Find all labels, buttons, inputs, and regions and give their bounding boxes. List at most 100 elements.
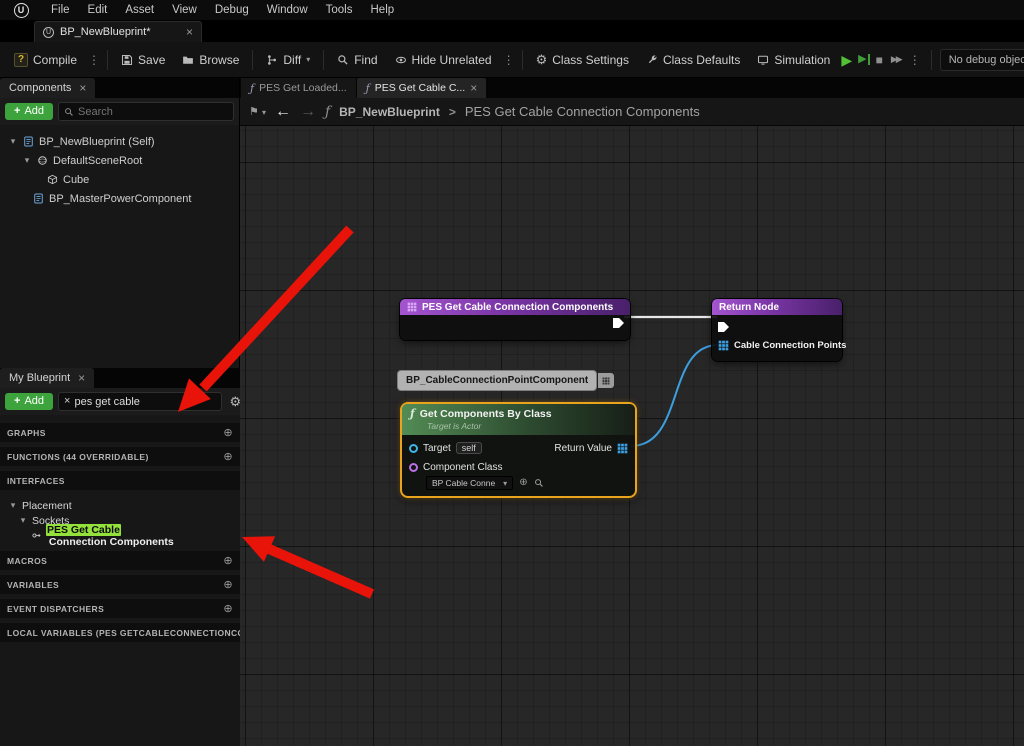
tree-item-master-power[interactable]: BP_MasterPowerComponent <box>0 189 239 208</box>
exec-input-pin[interactable] <box>718 322 729 332</box>
section-event-dispatchers[interactable]: EVENT DISPATCHERS ⊕ <box>0 599 240 618</box>
frame-skip-button[interactable]: ▶ <box>858 54 869 65</box>
chevron-down-icon[interactable]: ▾ <box>8 136 18 147</box>
folder-icon <box>182 54 194 66</box>
unreal-logo-icon[interactable]: U <box>14 3 29 18</box>
menu-help[interactable]: Help <box>362 0 404 20</box>
node-class-pill[interactable]: BP_CableConnectionPointComponent <box>397 370 614 391</box>
close-icon[interactable]: × <box>78 372 85 384</box>
add-graph-icon[interactable]: ⊕ <box>223 426 233 439</box>
hide-unrelated-options-icon[interactable]: ⋮ <box>501 53 517 67</box>
components-search-input[interactable] <box>78 106 228 118</box>
nav-back-button[interactable]: ← <box>275 104 291 120</box>
browse-button[interactable]: Browse <box>174 48 247 72</box>
class-input-pin[interactable] <box>409 463 418 472</box>
add-macro-icon[interactable]: ⊕ <box>223 554 233 567</box>
tab-my-blueprint[interactable]: My Blueprint × <box>0 368 94 388</box>
add-event-dispatcher-icon[interactable]: ⊕ <box>223 602 233 615</box>
simulation-button[interactable]: Simulation <box>749 48 838 72</box>
nav-forward-button[interactable]: → <box>300 104 316 120</box>
section-local-variables[interactable]: LOCAL VARIABLES (PES GETCABLECONNECTIONC… <box>0 623 240 642</box>
target-value[interactable]: self <box>456 442 482 454</box>
add-variable-icon[interactable]: ⊕ <box>223 578 233 591</box>
browse-class-icon[interactable] <box>534 478 544 488</box>
add-blueprint-item-button[interactable]: + Add <box>5 393 53 410</box>
add-label: Add <box>24 395 44 407</box>
close-icon[interactable]: × <box>470 82 477 94</box>
use-selected-icon[interactable]: ⊕ <box>519 478 527 488</box>
clear-search-icon[interactable]: × <box>64 396 70 407</box>
components-add-search-row: + Add <box>0 98 239 125</box>
menu-edit[interactable]: Edit <box>79 0 117 20</box>
section-functions[interactable]: FUNCTIONS (44 OVERRIDABLE) ⊕ <box>0 447 240 466</box>
menu-tools[interactable]: Tools <box>317 0 362 20</box>
components-search-box[interactable] <box>58 102 234 121</box>
tab-bp-newblueprint[interactable]: U BP_NewBlueprint* × <box>34 21 202 42</box>
node-body <box>400 315 630 340</box>
debug-object-select[interactable]: No debug object sele <box>940 49 1024 71</box>
bookmark-flag-icon[interactable]: ⚑ ▾ <box>249 105 266 118</box>
chevron-down-icon[interactable]: ▾ <box>22 155 32 166</box>
components-tab-label: Components <box>9 82 71 94</box>
play-options-icon[interactable]: ⋮ <box>907 53 923 67</box>
compile-options-icon[interactable]: ⋮ <box>86 53 102 67</box>
tab-pes-get-cable[interactable]: ƒ PES Get Cable C... × <box>357 78 487 98</box>
doc-tab-label: PES Get Cable C... <box>375 82 465 94</box>
category-placement[interactable]: ▾ Placement <box>0 498 240 513</box>
tree-item-cube[interactable]: Cube <box>0 170 239 189</box>
stop-button[interactable]: ■ <box>874 54 885 66</box>
play-button[interactable]: ▶ <box>839 53 854 67</box>
class-settings-button[interactable]: ⚙ Class Settings <box>528 48 637 72</box>
doc-tab-label: PES Get Loaded... <box>259 82 347 94</box>
close-icon[interactable]: × <box>186 26 193 38</box>
find-button[interactable]: Find <box>329 48 385 72</box>
function-icon: ƒ <box>325 104 330 120</box>
component-class-dropdown[interactable]: BP Cable Conne ▾ <box>426 476 513 490</box>
graph-editor: ƒ PES Get Loaded... ƒ PES Get Cable C...… <box>240 78 1024 746</box>
close-icon[interactable]: × <box>79 82 86 94</box>
my-blueprint-search-box[interactable]: × <box>58 392 222 411</box>
section-interfaces[interactable]: INTERFACES <box>0 471 240 490</box>
class-defaults-button[interactable]: Class Defaults <box>638 48 748 72</box>
tab-pes-get-loaded[interactable]: ƒ PES Get Loaded... <box>241 78 356 98</box>
tree-item-scene-root[interactable]: ▾ DefaultSceneRoot <box>0 151 239 170</box>
compile-button[interactable]: ? Compile <box>6 48 85 72</box>
chevron-down-icon[interactable]: ▾ <box>18 515 28 526</box>
section-label: VARIABLES <box>7 580 59 590</box>
graph-canvas[interactable]: PES Get Cable Connection Components Retu… <box>240 126 1024 746</box>
function-search-result[interactable]: PES Get Cable Connection Components <box>0 528 240 543</box>
chevron-down-icon[interactable]: ▾ <box>8 500 18 511</box>
diff-label: Diff <box>283 53 301 67</box>
section-macros[interactable]: MACROS ⊕ <box>0 551 240 570</box>
diff-button[interactable]: Diff ▾ <box>258 48 318 72</box>
node-get-components-by-class[interactable]: ƒ Get Components By Class Target is Acto… <box>400 402 637 498</box>
menu-file[interactable]: File <box>42 0 79 20</box>
step-over-button[interactable]: ▶▶ <box>889 55 903 64</box>
section-variables[interactable]: VARIABLES ⊕ <box>0 575 240 594</box>
menu-debug[interactable]: Debug <box>206 0 258 20</box>
section-label: FUNCTIONS (44 OVERRIDABLE) <box>7 452 149 462</box>
my-blueprint-search-input[interactable] <box>74 396 216 408</box>
plus-icon: + <box>14 105 20 117</box>
target-input-pin[interactable] <box>409 444 418 453</box>
menu-asset[interactable]: Asset <box>116 0 163 20</box>
tab-components[interactable]: Components × <box>0 78 95 98</box>
add-component-button[interactable]: + Add <box>5 103 53 120</box>
save-button[interactable]: Save <box>113 48 173 72</box>
exec-output-pin[interactable] <box>613 318 624 328</box>
array-pin-icon[interactable] <box>718 340 729 351</box>
section-graphs[interactable]: GRAPHS ⊕ <box>0 423 240 442</box>
node-return[interactable]: Return Node Cable Connection Points <box>712 299 842 361</box>
menu-view[interactable]: View <box>163 0 206 20</box>
node-function-entry[interactable]: PES Get Cable Connection Components <box>400 299 630 340</box>
array-output-pin-icon[interactable] <box>617 443 628 454</box>
section-label: INTERFACES <box>7 476 65 486</box>
add-function-icon[interactable]: ⊕ <box>223 450 233 463</box>
class-pill-pin[interactable] <box>598 373 614 388</box>
hide-unrelated-button[interactable]: Hide Unrelated <box>387 48 500 72</box>
filter-gear-icon[interactable]: ⚙ <box>229 395 241 408</box>
menu-window[interactable]: Window <box>258 0 317 20</box>
node-header: ƒ Get Components By Class Target is Acto… <box>402 404 635 435</box>
breadcrumb-root[interactable]: BP_NewBlueprint <box>339 105 440 119</box>
tree-item-self[interactable]: ▾ BP_NewBlueprint (Self) <box>0 132 239 151</box>
